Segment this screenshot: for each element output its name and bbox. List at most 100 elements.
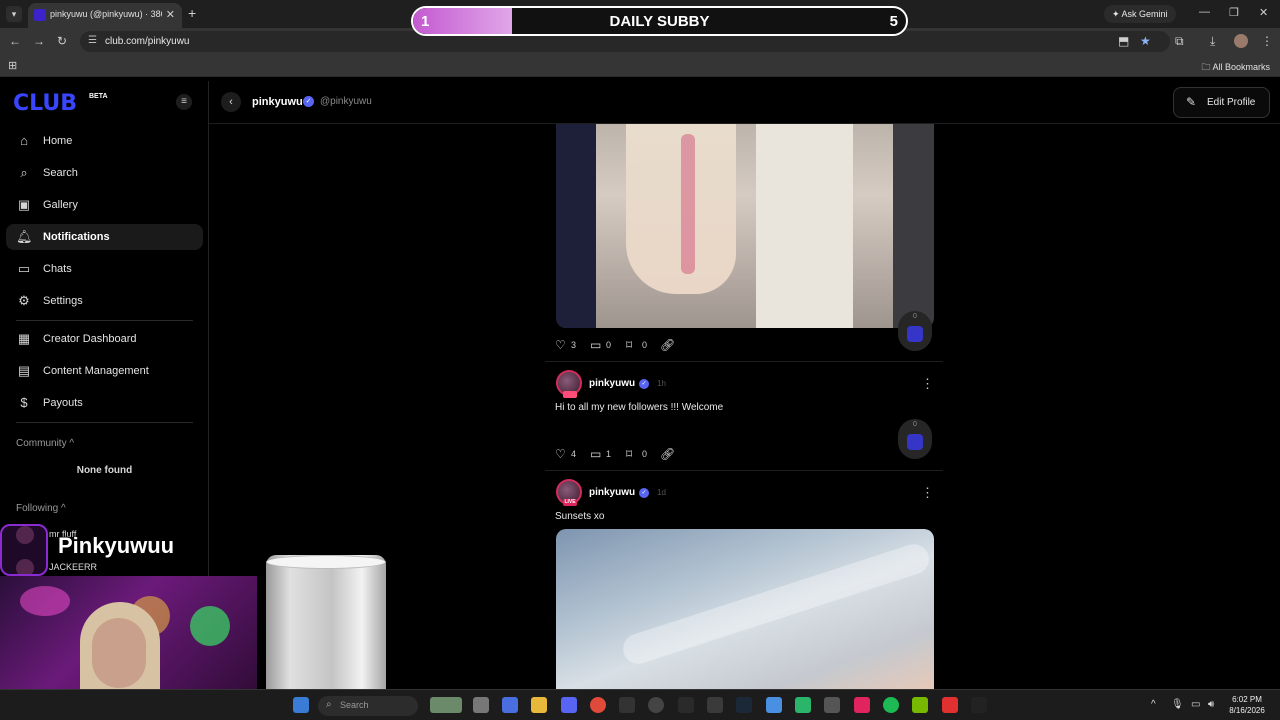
image-region bbox=[556, 124, 596, 328]
network-icon[interactable]: ▭ bbox=[1191, 699, 1200, 710]
taskbar-search[interactable]: ⌕ Search bbox=[318, 696, 418, 716]
bell-icon: 🔔︎ bbox=[16, 229, 33, 244]
epic-games-icon[interactable] bbox=[678, 697, 694, 713]
profile-display-name: pinkyuwu bbox=[252, 96, 303, 108]
reload-icon[interactable]: ↻ bbox=[57, 34, 67, 48]
gear-icon: ⚙ bbox=[18, 293, 30, 308]
downloads-icon[interactable]: ⤓ bbox=[1210, 34, 1215, 49]
dollar-icon: $ bbox=[20, 395, 28, 410]
app-icon[interactable] bbox=[971, 697, 987, 713]
sidebar-item-notifications[interactable]: 🔔︎ Notifications bbox=[6, 224, 203, 250]
bookmark-icon: ⌑ bbox=[626, 447, 633, 461]
apps-grid-icon[interactable]: ⊞ bbox=[8, 59, 17, 72]
microphone-icon[interactable]: 🎙︎ bbox=[1171, 699, 1184, 710]
sidebar-item-label: Chats bbox=[43, 263, 72, 275]
sidebar-item-search[interactable]: ⌕ Search bbox=[6, 160, 203, 186]
app-icon[interactable] bbox=[795, 697, 811, 713]
post-text: Sunsets xo bbox=[555, 511, 605, 522]
sidebar-item-chats[interactable]: ▭ Chats bbox=[6, 256, 203, 282]
link-icon: 🔗︎ bbox=[660, 447, 676, 461]
clock-time: 6:02 PM bbox=[1232, 695, 1262, 704]
club-logo[interactable]: CLUB bbox=[13, 91, 77, 116]
back-button[interactable]: ‹ bbox=[221, 92, 241, 112]
post-image-sunset[interactable] bbox=[556, 529, 934, 690]
steam-icon[interactable] bbox=[736, 697, 752, 713]
sidebar-item-home[interactable]: ⌂ Home bbox=[6, 128, 203, 154]
sidebar-item-gallery[interactable]: ▣ Gallery bbox=[6, 192, 203, 218]
browser-tab[interactable]: pinkyuwu (@pinkyuwu) · 386 Fo ✕ bbox=[28, 3, 182, 28]
app-icon[interactable] bbox=[766, 697, 782, 713]
sidebar-item-content-management[interactable]: ▤ Content Management bbox=[6, 358, 203, 384]
post-author-name[interactable]: pinkyuwu bbox=[589, 487, 635, 498]
post-image[interactable] bbox=[556, 124, 934, 328]
bookmarks-bar: ⊞ 🗀 All Bookmarks bbox=[0, 55, 1280, 77]
tip-coin-button[interactable]: 0 bbox=[898, 311, 932, 351]
chrome-icon[interactable] bbox=[590, 697, 606, 713]
post-more-icon[interactable]: ⋮ bbox=[921, 376, 934, 392]
post-time: 1d bbox=[657, 488, 666, 497]
discord-icon[interactable] bbox=[561, 697, 577, 713]
all-bookmarks-button[interactable]: 🗀 All Bookmarks bbox=[1201, 60, 1270, 76]
maps-icon[interactable] bbox=[854, 697, 870, 713]
tab-title: pinkyuwu (@pinkyuwu) · 386 Fo bbox=[50, 9, 162, 19]
goal-target: 5 bbox=[889, 13, 898, 30]
file-explorer-icon[interactable] bbox=[531, 697, 547, 713]
site-info-icon[interactable]: ☰ bbox=[88, 35, 97, 46]
following-section-toggle[interactable]: Following ^ bbox=[16, 503, 66, 514]
restore-icon[interactable]: ❐ bbox=[1229, 6, 1239, 19]
ask-gemini-label: Ask Gemini bbox=[1121, 9, 1168, 19]
extensions-icon[interactable]: ⧉ bbox=[1175, 34, 1184, 49]
minimize-icon[interactable]: — bbox=[1199, 6, 1210, 18]
ask-gemini-button[interactable]: ✦ Ask Gemini bbox=[1104, 5, 1176, 23]
nvidia-icon[interactable] bbox=[912, 697, 928, 713]
start-icon[interactable] bbox=[293, 697, 309, 713]
community-label: Community bbox=[16, 438, 67, 449]
task-view-icon[interactable] bbox=[473, 697, 489, 713]
back-arrow-icon[interactable]: ← bbox=[9, 34, 21, 48]
sidebar-item-settings[interactable]: ⚙ Settings bbox=[6, 288, 203, 314]
link-icon: 🔗︎ bbox=[660, 338, 676, 352]
verified-badge-icon: ✓ bbox=[639, 488, 649, 498]
community-section-toggle[interactable]: Community ^ bbox=[16, 438, 74, 449]
app-icon[interactable] bbox=[942, 697, 958, 713]
comment-count: 0 bbox=[606, 340, 612, 350]
bookmark-star-icon[interactable]: ★ bbox=[1140, 34, 1151, 48]
edit-profile-button[interactable]: ✎ Edit Profile bbox=[1173, 87, 1270, 118]
coin-count: 0 bbox=[913, 421, 917, 428]
verified-badge-icon: ✓ bbox=[303, 96, 314, 107]
comment-icon: ▭ bbox=[590, 447, 602, 461]
sidebar-item-label: Gallery bbox=[43, 199, 78, 211]
tip-coin-button[interactable]: 0 bbox=[898, 419, 932, 459]
new-tab-button[interactable]: + bbox=[188, 5, 196, 21]
forward-arrow-icon[interactable]: → bbox=[33, 34, 45, 48]
app-icon[interactable] bbox=[824, 697, 840, 713]
taskbar-clock[interactable]: 6:02 PM 8/16/2026 bbox=[1222, 694, 1272, 716]
sidebar-item-payouts[interactable]: $ Payouts bbox=[6, 390, 203, 416]
home-icon: ⌂ bbox=[20, 133, 28, 148]
bookmark-icon: ⌑ bbox=[626, 338, 633, 352]
copilot-icon[interactable] bbox=[502, 697, 518, 713]
mail-icon[interactable] bbox=[619, 697, 635, 713]
close-tab-icon[interactable]: ✕ bbox=[166, 8, 175, 21]
tray-chevron-icon[interactable]: ^ bbox=[1151, 699, 1156, 710]
obs-icon[interactable] bbox=[648, 697, 664, 713]
tab-search-dropdown-icon[interactable]: ▾ bbox=[6, 6, 22, 22]
post-more-icon[interactable]: ⋮ bbox=[921, 485, 934, 501]
search-icon: ⌕ bbox=[20, 165, 28, 180]
widgets-icon[interactable] bbox=[430, 697, 462, 713]
profile-avatar[interactable] bbox=[1234, 34, 1248, 48]
search-icon: ⌕ bbox=[326, 699, 332, 710]
app-icon[interactable] bbox=[707, 697, 723, 713]
sidebar-item-label: Home bbox=[43, 135, 73, 147]
spotify-icon[interactable] bbox=[883, 697, 899, 713]
sidebar-item-creator-dashboard[interactable]: ▦ Creator Dashboard bbox=[6, 326, 203, 352]
heart-icon: ♡ bbox=[555, 447, 566, 461]
sidebar-item-label: Settings bbox=[43, 295, 83, 307]
browser-menu-icon[interactable]: ⋮ bbox=[1261, 34, 1273, 48]
volume-icon[interactable]: 🔊︎ bbox=[1208, 699, 1214, 710]
install-app-icon[interactable]: ⬒ bbox=[1118, 34, 1129, 48]
post-author-name[interactable]: pinkyuwu bbox=[589, 378, 635, 389]
hamburger-menu-icon[interactable]: ≡ bbox=[176, 94, 192, 110]
following-name: JACKEERR bbox=[49, 562, 98, 572]
close-window-icon[interactable]: ✕ bbox=[1259, 6, 1268, 19]
